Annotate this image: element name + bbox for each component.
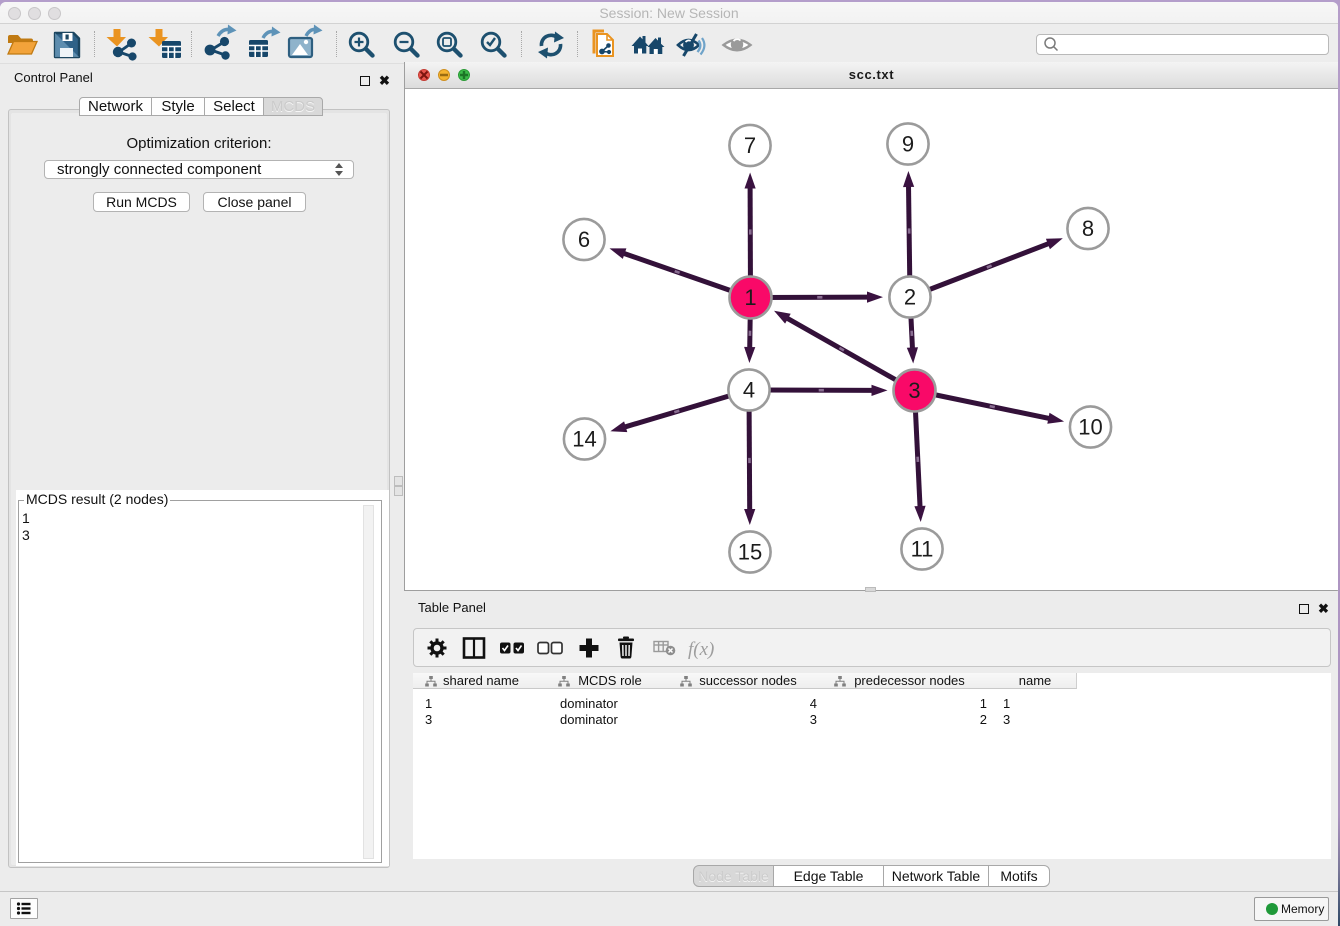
svg-text:8: 8 (1082, 216, 1094, 241)
svg-text:7: 7 (744, 133, 756, 158)
svg-text:9: 9 (902, 132, 914, 157)
svg-text:10: 10 (1078, 415, 1102, 440)
svg-text:2: 2 (904, 285, 916, 310)
svg-text:1: 1 (744, 285, 756, 310)
svg-text:3: 3 (908, 378, 920, 403)
svg-text:f(x): f(x) (688, 639, 714, 660)
svg-text:11: 11 (911, 537, 934, 562)
svg-text:4: 4 (743, 378, 755, 403)
svg-text:14: 14 (572, 427, 596, 452)
svg-text:6: 6 (578, 227, 590, 252)
svg-text:15: 15 (738, 540, 762, 565)
